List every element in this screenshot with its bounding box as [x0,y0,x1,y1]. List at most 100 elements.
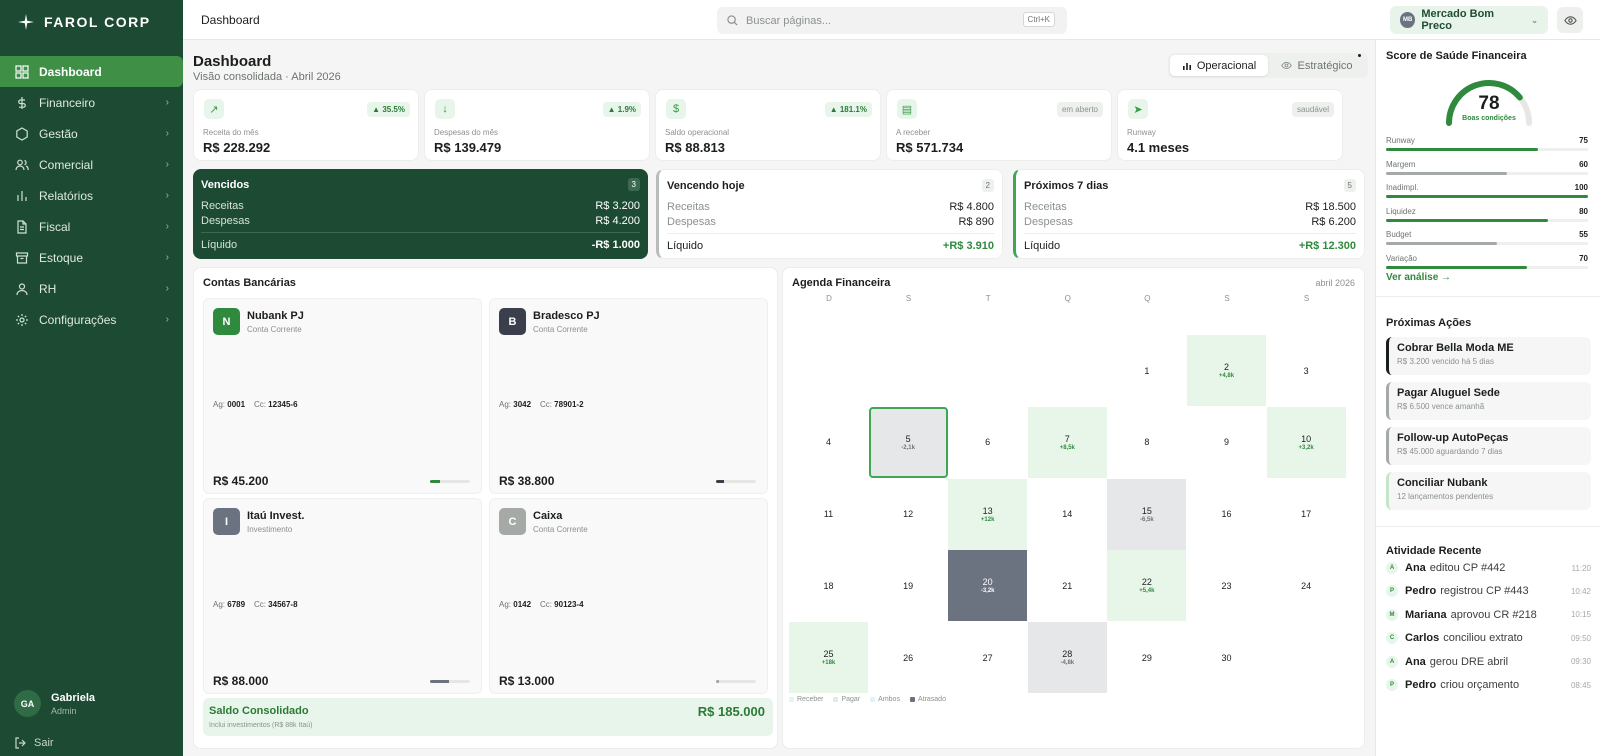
bank-type: Conta Corrente [247,325,302,334]
calendar-day[interactable]: 15 -6,5k [1107,478,1187,550]
sidebar-item-comercial[interactable]: Comercial › [0,149,183,180]
sidebar-item-configuracoes[interactable]: Configurações › [0,304,183,335]
calendar-day[interactable]: 5 -2,1k [868,406,948,478]
bank-name: Itaú Invest. [247,510,305,522]
due-liquido-label: Líquido [201,239,238,251]
consolidated-balance-note: Inclui investimentos (R$ 88k Itaú) [209,722,313,729]
calendar-day[interactable]: 10 +3,2k [1266,406,1346,478]
sidebar-item-relatorios[interactable]: Relatórios › [0,180,183,211]
calendar-day[interactable]: 11 [789,479,868,550]
bank-logo: N [213,308,240,335]
kpi-badge: ▲ 1.9% [602,102,641,117]
due-card-count: 3 [627,178,640,191]
kpi-card[interactable]: ➤ saudável Runway 4.1 meses [1117,89,1343,161]
box-icon [14,250,30,266]
calendar-day[interactable]: 28 -4,8k [1027,622,1107,694]
bank-share-fill [716,680,719,683]
sidebar-nav: Dashboard Financeiro › Gestão › Comercial › Rel… [0,56,183,335]
metric-bar [1386,171,1588,175]
kpi-card[interactable]: ↓ ▲ 1.9% Despesas do mês R$ 139.479 [424,89,650,161]
bank-card[interactable]: C Caixa Conta Corrente Ag: 0142 Cc: 90123-4… [489,498,768,694]
sidebar-item-dashboard[interactable]: Dashboard [0,56,183,87]
calendar-day[interactable]: 27 [948,622,1027,693]
agenda-month: abril 2026 [1315,278,1355,288]
calendar-day[interactable]: 19 [869,550,948,621]
day-amount: -3,2k [980,588,995,595]
agenda-title: Agenda Financeira [792,277,891,289]
calendar-day[interactable]: 29 [1107,622,1186,693]
due-card-today[interactable]: Vencendo hoje 2 Receitas R$ 4.800 Despesa… [656,169,1003,259]
calendar-day[interactable]: 4 [789,407,868,478]
chevron-right-icon: › [165,159,169,170]
sidebar-item-estoque[interactable]: Estoque › [0,242,183,273]
sidebar-item-rh[interactable]: RH › [0,273,183,304]
company-selector[interactable]: MB Mercado Bom Preco ⌄ [1390,6,1548,34]
calendar-day[interactable]: 18 [789,550,868,621]
kpi-value: 4.1 meses [1127,140,1190,155]
kpi-label: Saldo operacional [665,128,730,137]
metric-bar-fill [1386,148,1538,151]
calendar-day[interactable]: 20 -3,2k [948,550,1028,622]
user-profile[interactable]: GA Gabriela Admin [14,690,95,717]
day-number: 12 [903,509,914,520]
weekday-header: S [905,294,912,303]
calendar-day[interactable]: 17 [1267,479,1346,550]
account-number: 90123-4 [554,600,584,609]
calendar-day[interactable]: 7 +8,5k [1027,406,1107,478]
calendar-day[interactable]: 8 [1107,407,1186,478]
sidebar-item-gestao[interactable]: Gestão › [0,118,183,149]
activity-row: P Pedro criou orçamento 08:45 [1386,679,1591,691]
calendar-day[interactable]: 12 [869,479,948,550]
calendar-day[interactable]: 21 [1028,550,1107,621]
calendar-day[interactable]: 1 [1107,335,1186,406]
calendar-day[interactable]: 25 +18k [789,622,868,694]
activity-text: registrou CP #443 [1440,585,1529,598]
page-subtitle: Visão consolidada · Abril 2026 [193,71,341,83]
visibility-toggle-button[interactable] [1557,7,1583,33]
day-number: 22 [1141,577,1152,588]
sidebar-item-financeiro[interactable]: Financeiro › [0,87,183,118]
calendar-day[interactable]: 6 [948,407,1027,478]
activity-time: 10:15 [1570,610,1591,620]
bank-accounts-title: Contas Bancárias [203,277,296,289]
bank-card[interactable]: N Nubank PJ Conta Corrente Ag: 0001 Cc: 123… [203,298,482,494]
calendar-day[interactable]: 13 +12k [948,478,1028,550]
calendar-day[interactable]: 24 [1267,550,1346,621]
calendar-day[interactable]: 2 +4,8k [1187,335,1266,406]
calendar-day[interactable]: 23 [1187,550,1266,621]
account-number: 34567-8 [268,600,298,609]
logout-button[interactable]: Sair [14,737,54,749]
search-input[interactable]: Buscar páginas... Ctrl+K [717,7,1067,34]
day-number: 7 [1064,433,1070,444]
activity-time: 08:45 [1570,680,1591,690]
ver-analise-link[interactable]: Ver análise → [1386,272,1451,283]
bank-card[interactable]: I Itaú Invest. Investimento Ag: 6789 Cc: 34… [203,498,482,694]
score-value: 78 [1478,93,1500,114]
tab-operacional[interactable]: Operacional [1170,55,1268,76]
calendar-day[interactable]: 14 [1028,479,1107,550]
kpi-card[interactable]: ▤ em aberto A receber R$ 571.734 [886,89,1112,161]
calendar-day[interactable]: 9 [1187,407,1266,478]
tab-estrategico[interactable]: Estratégico [1268,55,1366,76]
action-card[interactable]: Follow-up AutoPeças R$ 45.000 aguardando … [1386,427,1591,465]
user-role: Admin [51,705,77,716]
calendar-day[interactable]: 30 [1187,622,1266,693]
calendar-day[interactable]: 26 [869,622,948,693]
calendar-day[interactable]: 22 +5,4k [1107,550,1187,622]
kpi-card[interactable]: $ ▲ 181.1% Saldo operacional R$ 88.813 [655,89,881,161]
bank-card[interactable]: B Bradesco PJ Conta Corrente Ag: 3042 Cc: 7… [489,298,768,494]
due-card-overdue[interactable]: Vencidos 3 Receitas R$ 3.200 Despesas R$ 4… [193,169,648,259]
consolidated-balance-value: R$ 185.000 [697,704,765,719]
action-card[interactable]: Cobrar Bella Moda ME R$ 3.200 vencido há … [1386,337,1591,375]
kpi-card[interactable]: ↗ ▲ 35.5% Receita do mês R$ 228.292 [193,89,419,161]
calendar-day[interactable]: 16 [1187,479,1266,550]
due-card-next-7-days[interactable]: Próximos 7 dias 5 Receitas R$ 18.500 Desp… [1013,169,1365,259]
calendar-day[interactable]: 3 [1267,335,1346,406]
metric-labels: Runway 75 [1386,136,1588,145]
action-card[interactable]: Pagar Aluguel Sede R$ 6.500 vence amanhã [1386,382,1591,420]
logo[interactable]: FAROL CORP [0,0,183,44]
sidebar: FAROL CORP Dashboard Financeiro › Gestão › Co… [0,0,183,756]
due-despesas-value: R$ 890 [958,216,994,228]
sidebar-item-fiscal[interactable]: Fiscal › [0,211,183,242]
action-card[interactable]: Conciliar Nubank 12 lançamentos pendentes [1386,472,1591,510]
